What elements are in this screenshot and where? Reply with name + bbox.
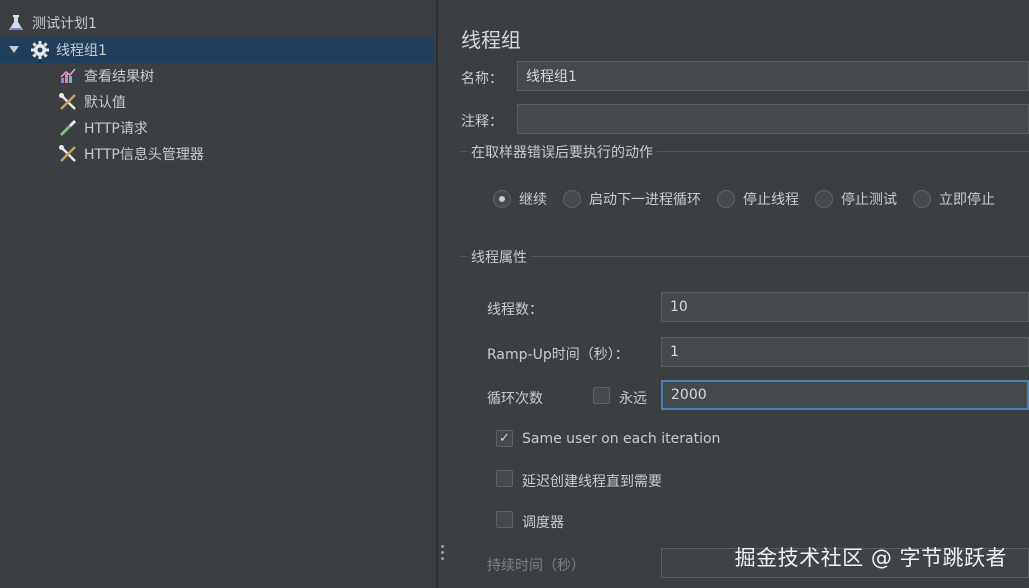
comment-input[interactable] (517, 104, 1029, 134)
tree-item-view-results-tree[interactable]: 查看结果树 (58, 63, 418, 89)
thread-section-divider (461, 256, 1029, 257)
thread-section-title: 线程属性 (467, 247, 531, 267)
forever-label: 永远 (619, 391, 647, 407)
wrench-scissors-icon (58, 92, 78, 112)
tree-item-http-header-manager[interactable]: HTTP信息头管理器 (58, 141, 418, 167)
loop-count-label: 循环次数 (487, 391, 543, 407)
same-user-label: Same user on each iteration (522, 431, 721, 447)
radio-stop-test-label: 停止测试 (841, 192, 897, 208)
error-action-group: 继续 启动下一进程循环 停止线程 停止测试 立即停止 (493, 189, 995, 209)
loop-count-input[interactable]: 2000 (661, 380, 1029, 410)
error-section-title: 在取样器错误后要执行的动作 (467, 142, 657, 162)
radio-start-next-loop-label: 启动下一进程循环 (589, 192, 701, 208)
test-plan-tree: 测试计划1 线程组1 查看结果树 默认值 HTTP请求 HTTP信息头管理器 (0, 0, 437, 588)
tree-item-http-request[interactable]: HTTP请求 (58, 115, 418, 141)
tree-item-label: 线程组1 (56, 43, 107, 59)
rampup-label: Ramp-Up时间（秒）： (487, 347, 629, 363)
thread-group-panel: 线程组 名称： 线程组1 注释： 在取样器错误后要执行的动作 继续 启动下一进程… (449, 0, 1029, 588)
tree-item-label: HTTP信息头管理器 (84, 147, 204, 163)
name-input[interactable]: 线程组1 (517, 61, 1029, 91)
tree-item-label: 测试计划1 (32, 16, 97, 32)
scheduler-checkbox[interactable] (496, 511, 513, 528)
radio-stop-thread[interactable] (717, 190, 735, 208)
wrench-scissors-icon (58, 144, 78, 164)
delay-thread-creation-checkbox[interactable] (496, 470, 513, 487)
scheduler-label: 调度器 (522, 515, 564, 531)
duration-label: 持续时间（秒） (487, 558, 585, 574)
tree-item-label: 默认值 (84, 95, 126, 111)
radio-stop-test[interactable] (815, 190, 833, 208)
same-user-checkbox[interactable]: ✓ (496, 430, 513, 447)
chevron-down-icon[interactable] (6, 46, 22, 54)
tree-item-label: HTTP请求 (84, 121, 148, 137)
radio-start-next-loop[interactable] (563, 190, 581, 208)
tree-item-label: 查看结果树 (84, 69, 154, 85)
panel-splitter[interactable] (437, 0, 449, 588)
tree-item-thread-group[interactable]: 线程组1 (0, 37, 434, 63)
splitter-grip-icon[interactable] (441, 545, 445, 563)
radio-stop-now[interactable] (913, 190, 931, 208)
threads-label: 线程数： (487, 302, 543, 318)
radio-stop-thread-label: 停止线程 (743, 192, 799, 208)
threads-input[interactable]: 10 (661, 292, 1029, 322)
flask-icon (6, 13, 26, 33)
gear-icon (30, 40, 50, 60)
delay-thread-creation-label: 延迟创建线程直到需要 (522, 474, 662, 490)
page-title: 线程组 (461, 28, 521, 52)
chart-icon (58, 66, 78, 86)
tree-item-test-plan[interactable]: 测试计划1 (6, 10, 426, 36)
forever-checkbox[interactable] (593, 387, 610, 404)
name-label: 名称： (461, 71, 503, 87)
watermark: 掘金技术社区 @ 字节跳跃者 (734, 546, 1007, 570)
comment-label: 注释： (461, 114, 503, 130)
rampup-input[interactable]: 1 (661, 337, 1029, 367)
radio-continue-label: 继续 (519, 192, 547, 208)
radio-continue[interactable] (493, 190, 511, 208)
pipette-icon (58, 118, 78, 138)
tree-item-defaults[interactable]: 默认值 (58, 89, 418, 115)
radio-stop-now-label: 立即停止 (939, 192, 995, 208)
